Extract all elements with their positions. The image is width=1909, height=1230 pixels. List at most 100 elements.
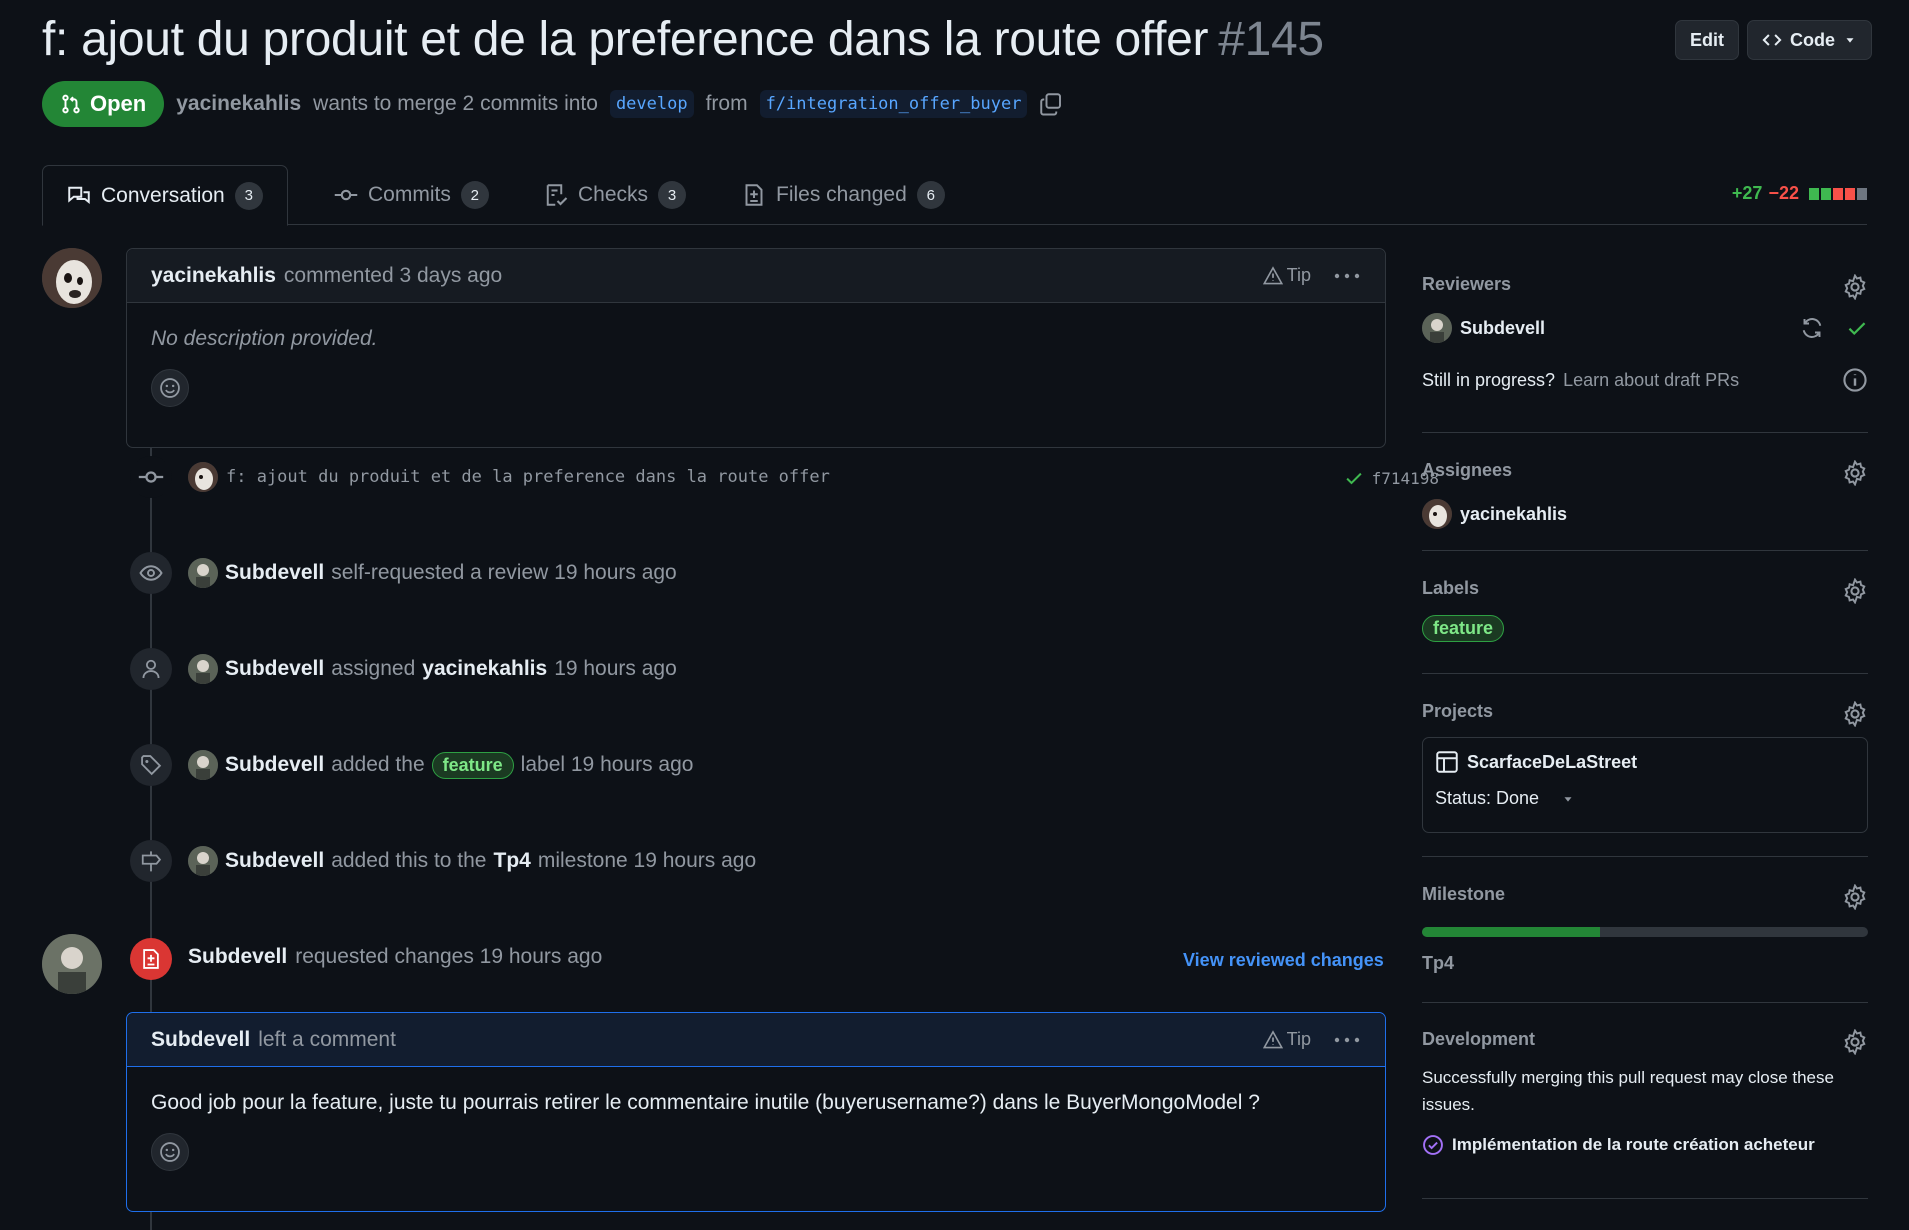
- tab-conversation-label: Conversation: [101, 183, 225, 207]
- comment-actions: Tip: [1262, 265, 1361, 286]
- pr-meta: Open yacinekahlis wants to merge 2 commi…: [42, 81, 1063, 127]
- gear-icon[interactable]: [1842, 460, 1868, 486]
- tab-files-changed[interactable]: Files changed 6: [718, 165, 969, 225]
- event-actor[interactable]: Subdevell: [225, 849, 324, 873]
- tip-button[interactable]: Tip: [1262, 265, 1311, 286]
- add-reaction-button[interactable]: [151, 1133, 189, 1171]
- draft-prs-link[interactable]: Learn about draft PRs: [1563, 370, 1739, 391]
- tip-button[interactable]: Tip: [1262, 1029, 1311, 1050]
- project-card[interactable]: ScarfaceDeLaStreet Status: Done: [1422, 737, 1868, 833]
- linked-issue[interactable]: Implémentation de la route création ache…: [1422, 1134, 1868, 1156]
- tab-checks[interactable]: Checks 3: [520, 165, 710, 225]
- pr-title: f: ajout du produit et de la preference …: [42, 12, 1872, 67]
- tab-commits[interactable]: Commits 2: [310, 165, 513, 225]
- reviewers-title[interactable]: Reviewers: [1422, 274, 1868, 295]
- avatar[interactable]: [188, 558, 218, 588]
- projects-title[interactable]: Projects: [1422, 701, 1868, 722]
- gear-icon[interactable]: [1842, 701, 1868, 727]
- milestone-title[interactable]: Milestone: [1422, 884, 1868, 905]
- sync-icon[interactable]: [1800, 316, 1824, 340]
- event-actor[interactable]: Subdevell: [225, 561, 324, 585]
- comment-text: Good job pour la feature, juste tu pourr…: [151, 1091, 1260, 1114]
- feature-label[interactable]: feature: [431, 751, 514, 779]
- diff-block: [1821, 187, 1831, 200]
- kebab-horizontal-icon[interactable]: [1333, 271, 1361, 281]
- gear-icon[interactable]: [1842, 578, 1868, 604]
- review-event: Subdevell requested changes 19 hours ago: [188, 945, 602, 969]
- gear-icon[interactable]: [1842, 1029, 1868, 1055]
- avatar[interactable]: [42, 934, 102, 994]
- info-icon[interactable]: [1842, 367, 1868, 393]
- eye-icon: [130, 552, 172, 594]
- copy-icon[interactable]: [1039, 92, 1063, 116]
- reviewers-section: Reviewers Subdevell Still in progress? L…: [1422, 274, 1868, 393]
- avatar[interactable]: [188, 750, 218, 780]
- assignees-title[interactable]: Assignees: [1422, 460, 1868, 481]
- view-reviewed-changes-link[interactable]: View reviewed changes: [1183, 950, 1384, 971]
- milestone-name[interactable]: Tp4: [1422, 953, 1868, 974]
- labels-list: feature: [1422, 615, 1868, 642]
- avatar[interactable]: [42, 248, 102, 308]
- commit-event: f: ajout du produit et de la preference …: [130, 456, 830, 498]
- event-actor[interactable]: Subdevell: [225, 753, 324, 777]
- milestone-link[interactable]: Tp4: [494, 849, 531, 873]
- event-text: assigned: [331, 657, 416, 680]
- milestone-event: Subdevell added this to the Tp4 mileston…: [130, 840, 756, 882]
- edit-button-label: Edit: [1690, 29, 1724, 50]
- milestone-progress: [1422, 927, 1868, 937]
- pr-author-link[interactable]: yacinekahlis: [176, 92, 301, 116]
- commit-message[interactable]: f: ajout du produit et de la preference …: [226, 467, 830, 487]
- project-name[interactable]: ScarfaceDeLaStreet: [1467, 752, 1637, 773]
- reviewer-name[interactable]: Subdevell: [1460, 318, 1545, 339]
- feature-label[interactable]: feature: [1422, 615, 1505, 642]
- tab-conversation[interactable]: Conversation 3: [42, 165, 288, 226]
- review-actor[interactable]: Subdevell: [188, 945, 287, 969]
- comment-body: No description provided.: [127, 303, 1385, 431]
- commit-icon: [334, 183, 358, 207]
- review-comment: Subdevell left a comment Tip Good job po…: [126, 1012, 1386, 1212]
- diff-block: [1845, 187, 1855, 200]
- comment-header: yacinekahlis commented 3 days ago Tip: [127, 249, 1385, 303]
- labels-title[interactable]: Labels: [1422, 578, 1868, 599]
- assignee-name[interactable]: yacinekahlis: [1460, 504, 1567, 525]
- diff-block: [1857, 187, 1867, 200]
- projects-section: Projects ScarfaceDeLaStreet Status: Done: [1422, 701, 1868, 833]
- avatar[interactable]: [1422, 499, 1452, 529]
- linked-issue-title: Implémentation de la route création ache…: [1452, 1135, 1815, 1154]
- comment-author[interactable]: yacinekahlis: [151, 264, 276, 288]
- gear-icon[interactable]: [1842, 884, 1868, 910]
- project-status[interactable]: Status: Done: [1435, 788, 1855, 809]
- base-branch[interactable]: develop: [609, 90, 694, 118]
- edit-button[interactable]: Edit: [1675, 20, 1739, 60]
- merge-text: wants to merge 2 commits into: [313, 92, 598, 115]
- kebab-horizontal-icon[interactable]: [1333, 1035, 1361, 1045]
- divider: [1422, 432, 1868, 433]
- assignees-section: Assignees yacinekahlis: [1422, 460, 1868, 529]
- avatar[interactable]: [188, 462, 218, 492]
- code-button[interactable]: Code: [1747, 20, 1872, 60]
- comment-text: No description provided.: [151, 327, 378, 350]
- comment-author[interactable]: Subdevell: [151, 1028, 250, 1052]
- comment-body: Good job pour la feature, juste tu pourr…: [127, 1067, 1385, 1195]
- smiley-icon: [159, 377, 181, 399]
- comment-header: Subdevell left a comment Tip: [127, 1013, 1385, 1067]
- event-target[interactable]: yacinekahlis: [422, 657, 547, 681]
- development-title[interactable]: Development: [1422, 1029, 1868, 1050]
- head-branch[interactable]: f/integration_offer_buyer: [759, 90, 1028, 118]
- smiley-icon: [159, 1141, 181, 1163]
- avatar[interactable]: [188, 654, 218, 684]
- development-text: Successfully merging this pull request m…: [1422, 1068, 1834, 1114]
- event-actor[interactable]: Subdevell: [225, 657, 324, 681]
- gear-icon[interactable]: [1842, 274, 1868, 300]
- code-icon: [1762, 30, 1782, 50]
- state-badge: Open: [42, 81, 165, 127]
- diffstat-additions: +27: [1731, 183, 1763, 203]
- header-actions: Edit Code: [1675, 20, 1872, 60]
- add-reaction-button[interactable]: [151, 369, 189, 407]
- check-icon: [1846, 317, 1868, 339]
- assign-event: Subdevell assigned yacinekahlis 19 hours…: [130, 648, 677, 690]
- review-text: requested changes 19 hours ago: [295, 945, 603, 968]
- avatar[interactable]: [1422, 313, 1452, 343]
- avatar[interactable]: [188, 846, 218, 876]
- milestone-progress-fill: [1422, 927, 1601, 937]
